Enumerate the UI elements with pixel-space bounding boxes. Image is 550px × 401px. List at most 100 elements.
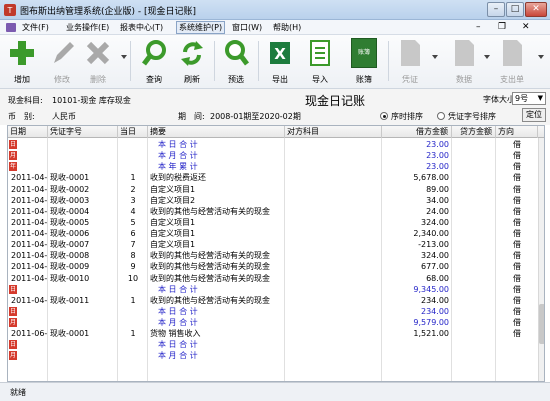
menu-business[interactable]: 业务操作(E) <box>66 22 109 33</box>
cell-credit <box>452 184 493 195</box>
subtotal-row[interactable]: 月本 月 合 计 <box>8 350 544 361</box>
cell-debit: 23.00 <box>426 151 449 161</box>
payment-dropdown-caret[interactable] <box>538 55 544 59</box>
cell-voucher: 现收-0006 <box>50 229 90 239</box>
subtotal-row[interactable]: 日本 日 合 计 23.00 借 <box>8 139 544 150</box>
subtotal-row[interactable]: 日本 日 合 计 <box>8 339 544 350</box>
cell-voucher <box>50 284 116 295</box>
account-book-button[interactable]: 账簿 账簿 <box>346 37 382 87</box>
toolbar-separator <box>388 41 389 81</box>
col-debit[interactable]: 借方金额 <box>382 126 452 138</box>
payment-slip-button[interactable]: 支出单 <box>494 37 530 87</box>
subtotal-row[interactable]: 日本 日 合 计 234.00 借 <box>8 306 544 317</box>
data-button[interactable]: 数据 <box>446 37 482 87</box>
data-doc-icon <box>455 40 474 66</box>
cell-date <box>11 306 47 317</box>
locate-button[interactable]: 定位 <box>522 108 546 122</box>
status-bar: 就绪 <box>0 382 550 401</box>
minimize-button[interactable]: – <box>487 2 505 17</box>
page-title: 现金日记账 <box>305 94 366 108</box>
table-row[interactable]: 2011-04-08现收-0002 2 自定义项目1 89.00 借 <box>8 184 544 195</box>
cell-day: 5 <box>130 217 136 227</box>
cell-counter <box>287 184 380 195</box>
table-row[interactable]: 2011-04-08现收-0007 7 自定义项目1 -213.00 借 <box>8 239 544 250</box>
voucher-dropdown-caret[interactable] <box>432 55 438 59</box>
currency-value: 人民币 <box>52 112 76 121</box>
menu-window[interactable]: 窗口(W) <box>232 22 262 33</box>
cell-day: 9 <box>130 262 136 272</box>
col-date[interactable]: 日期 <box>8 126 48 138</box>
table-row[interactable]: 2011-04-08现收-0004 4 收到的其他与经营活动有关的现金 24.00 借 <box>8 206 544 217</box>
cell-debit: 234.00 <box>421 306 449 316</box>
sort-by-time-label: 序时排序 <box>391 112 423 121</box>
table-row[interactable]: 2011-04-08现收-0008 8 收到的其他与经营活动有关的现金 324.00 借 <box>8 250 544 261</box>
mdi-restore-button[interactable]: ❐ <box>498 22 506 32</box>
cell-dir: 借 <box>513 229 521 239</box>
cell-date: 2011-04-09 <box>11 295 47 305</box>
mdi-minimize-button[interactable]: – <box>476 22 481 32</box>
scrollbar-thumb[interactable] <box>539 304 544 344</box>
cell-day <box>120 350 146 361</box>
menu-bar: 文件(F) 业务操作(E) 报表中心(T) 系统维护(P) 窗口(W) 帮助(H… <box>0 20 550 35</box>
import-button[interactable]: 导入 <box>302 37 338 87</box>
cell-debit: 324.00 <box>421 217 449 227</box>
close-button[interactable]: ✕ <box>525 2 547 17</box>
cell-dir: 借 <box>513 318 521 328</box>
delete-dropdown-caret[interactable] <box>121 55 127 59</box>
cell-debit: 89.00 <box>426 184 449 194</box>
table-row[interactable]: 2011-04-08现收-0005 5 自定义项目1 324.00 借 <box>8 217 544 228</box>
table-row[interactable]: 2011-04-08现收-0010 10 收到的其他与经营活动有关的现金 68.00 借 <box>8 273 544 284</box>
preview-button[interactable]: 预选 <box>218 37 254 87</box>
menu-reports[interactable]: 报表中心(T) <box>120 22 163 33</box>
col-credit[interactable]: 贷方金额 <box>452 126 496 138</box>
sort-by-time-radio[interactable] <box>380 112 388 120</box>
period-label: 期 间: <box>178 112 205 121</box>
journal-grid[interactable]: 日期 凭证字号 当日 摘要 对方科目 借方金额 贷方金额 方向 日本 日 合 计… <box>7 125 545 382</box>
query-button[interactable]: 查询 <box>136 37 172 87</box>
grid-header: 日期 凭证字号 当日 摘要 对方科目 借方金额 贷方金额 方向 <box>8 126 544 138</box>
subtotal-row[interactable]: 年本 年 累 计 23.00 借 <box>8 161 544 172</box>
cell-summary: 收到的其他与经营活动有关的现金 <box>150 251 270 261</box>
menu-file[interactable]: 文件(F) <box>22 22 49 33</box>
edit-button[interactable]: 修改 <box>44 37 80 87</box>
data-dropdown-caret[interactable] <box>484 55 490 59</box>
fontsize-select[interactable]: 9号 ▼ <box>512 92 546 105</box>
col-voucher[interactable]: 凭证字号 <box>48 126 118 138</box>
table-row[interactable]: 2011-04-08现收-0003 3 自定义项目2 34.00 借 <box>8 195 544 206</box>
subtotal-row[interactable]: 月本 月 合 计 23.00 借 <box>8 150 544 161</box>
refresh-icon <box>181 41 203 66</box>
cell-credit <box>452 217 493 228</box>
export-button[interactable]: X 导出 <box>262 37 298 87</box>
menu-help[interactable]: 帮助(H) <box>273 22 301 33</box>
cell-counter <box>287 284 380 295</box>
excel-import-icon <box>310 40 330 66</box>
period-value: 2008-01期至2020-02期 <box>210 112 301 121</box>
col-summary[interactable]: 摘要 <box>148 126 285 138</box>
sort-by-voucher-radio[interactable] <box>437 112 445 120</box>
delete-button[interactable]: 删除 <box>80 37 116 87</box>
col-counter-account[interactable]: 对方科目 <box>285 126 382 138</box>
table-row[interactable]: 2011-04-08现收-0006 6 自定义项目1 2,340.00 借 <box>8 228 544 239</box>
table-row[interactable]: 2011-04-08现收-0009 9 收到的其他与经营活动有关的现金 677.00 借 <box>8 261 544 272</box>
account-book-label: 账簿 <box>356 75 372 84</box>
subtotal-row[interactable]: 日本 日 合 计 9,345.00 借 <box>8 284 544 295</box>
cell-debit: 9,579.00 <box>413 318 449 328</box>
mdi-close-button[interactable]: ✕ <box>522 22 530 32</box>
voucher-label: 凭证 <box>402 75 418 84</box>
table-row[interactable]: 2011-04-08现收-0001 1 收到的税费返还 5,678.00 借 <box>8 172 544 183</box>
refresh-button[interactable]: 刷新 <box>174 37 210 87</box>
maximize-button[interactable]: □ <box>506 2 524 17</box>
add-button[interactable]: 增加 <box>4 37 40 87</box>
cell-summary: 本 月 合 计 <box>158 318 198 328</box>
cell-day <box>120 339 146 350</box>
voucher-button[interactable]: 凭证 <box>392 37 428 87</box>
cell-day: 6 <box>130 229 136 239</box>
table-row[interactable]: 2011-04-09现收-0011 1 收到的其他与经营活动有关的现金 234.00 借 <box>8 295 544 306</box>
vertical-scrollbar[interactable] <box>538 138 544 381</box>
cell-dir <box>498 350 536 361</box>
menu-system[interactable]: 系统维护(P) <box>176 21 226 34</box>
table-row[interactable]: 2011-06-15现收-0001 1 货物 销售收入 1,521.00 借 <box>8 328 544 339</box>
col-day[interactable]: 当日 <box>118 126 148 138</box>
subtotal-row[interactable]: 月本 月 合 计 9,579.00 借 <box>8 317 544 328</box>
col-direction[interactable]: 方向 <box>496 126 538 138</box>
